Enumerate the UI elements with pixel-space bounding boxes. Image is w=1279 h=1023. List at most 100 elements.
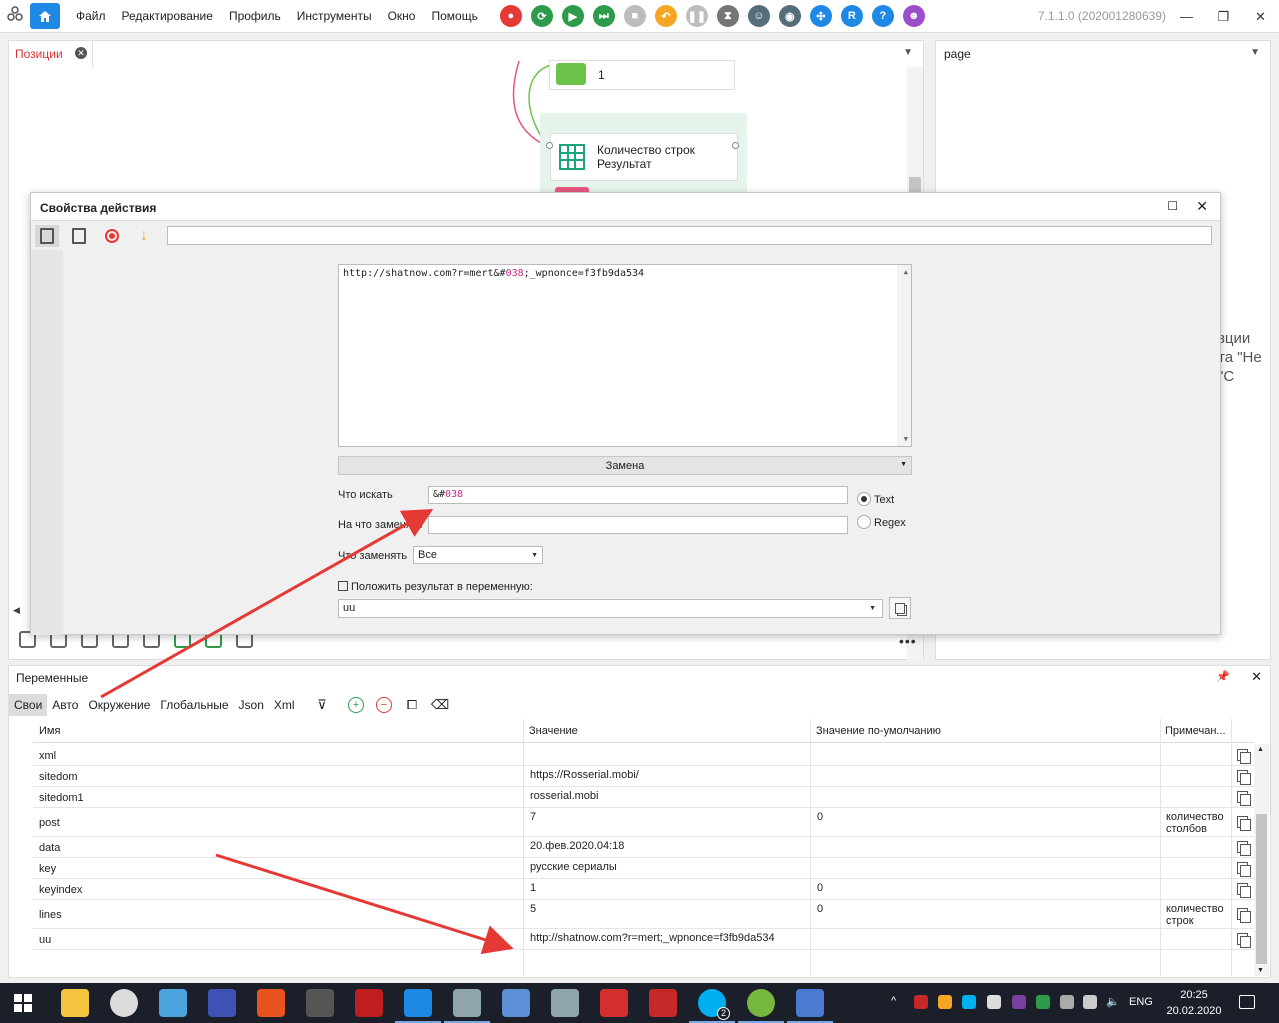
eraser-icon[interactable]: ⌫: [431, 697, 449, 713]
virtualbox-icon[interactable]: [551, 989, 579, 1017]
chevron-down-icon[interactable]: ▼: [903, 47, 913, 58]
table-row[interactable]: post 7 0 количество столбов: [33, 808, 1254, 837]
pin-icon[interactable]: 📌: [1216, 670, 1230, 683]
tab-xml[interactable]: Xml: [269, 694, 300, 716]
tray-app-icon-2[interactable]: [938, 995, 952, 1009]
table-row[interactable]: uu http://shatnow.com?r=mert;_wpnonce=f3f…: [33, 929, 1254, 950]
input-port[interactable]: [546, 142, 553, 149]
table-row[interactable]: lines 5 0 количество строк: [33, 900, 1254, 929]
table-row[interactable]: xml: [33, 745, 1254, 766]
tray-app-icon-3[interactable]: [987, 995, 1001, 1009]
close-icon[interactable]: ✕: [1196, 198, 1208, 215]
windows-start-icon[interactable]: [14, 994, 32, 1012]
skype-icon[interactable]: 2: [689, 989, 735, 1023]
home-button[interactable]: [30, 3, 60, 29]
team-icon[interactable]: ☻: [902, 5, 925, 27]
copy-icon[interactable]: [1237, 770, 1251, 785]
what-replace-select[interactable]: Все ▼: [413, 546, 543, 564]
copy-icon[interactable]: [1237, 883, 1251, 898]
logo-circle-icon[interactable]: ✣: [809, 5, 832, 27]
file-explorer-icon[interactable]: [61, 989, 89, 1017]
eye-icon[interactable]: ◉: [778, 5, 801, 27]
filter-icon[interactable]: ⊽: [314, 697, 330, 713]
copy-icon[interactable]: [1237, 862, 1251, 877]
variables-scrollbar[interactable]: ▲ ▼: [1254, 744, 1269, 976]
tray-app-icon-4[interactable]: [1012, 995, 1026, 1009]
scroll-down-icon[interactable]: ▼: [1257, 967, 1264, 974]
properties-tab-button[interactable]: [35, 225, 59, 247]
record-button[interactable]: [100, 225, 124, 247]
app-icon-3[interactable]: [306, 989, 334, 1017]
more-icon[interactable]: •••: [899, 633, 917, 649]
result-variable-select[interactable]: uu ▼: [338, 599, 883, 618]
table-row[interactable]: sitedom https://Rosserial.mobi/: [33, 766, 1254, 787]
undo-icon[interactable]: ↶: [654, 5, 677, 27]
filezilla-icon[interactable]: [355, 989, 383, 1017]
scroll-up-icon[interactable]: ▲: [1257, 746, 1264, 753]
table-row[interactable]: keyindex 1 0: [33, 879, 1254, 900]
move-down-button[interactable]: ↓: [132, 225, 156, 247]
canvas-node-1[interactable]: 1: [549, 60, 735, 90]
chrome-icon[interactable]: [110, 989, 138, 1017]
tab-environment[interactable]: Окружение: [83, 694, 155, 716]
col-default[interactable]: Значение по-умолчанию: [816, 725, 941, 737]
table-row[interactable]: data 20.фев.2020.04:18: [33, 837, 1254, 858]
zennoposter-alt-icon[interactable]: [444, 989, 490, 1023]
save-app-icon[interactable]: [208, 989, 236, 1017]
tray-app-icon-6[interactable]: [1060, 995, 1074, 1009]
restore-button[interactable]: ❐: [1205, 0, 1242, 33]
app-icon-1[interactable]: [159, 989, 187, 1017]
user-icon[interactable]: ☺: [747, 5, 770, 27]
menu-tools[interactable]: Инструменты: [289, 9, 380, 23]
step-icon[interactable]: ⏭: [592, 5, 615, 27]
tray-app-icon-1[interactable]: [914, 995, 928, 1009]
close-icon[interactable]: ✕: [1251, 669, 1262, 685]
copy-variable-button[interactable]: [889, 597, 911, 619]
scroll-up-icon[interactable]: ▲: [904, 268, 908, 276]
notification-icon[interactable]: [1239, 995, 1255, 1009]
copy-icon[interactable]: [1237, 816, 1251, 831]
tray-volume-icon[interactable]: 🔈: [1106, 995, 1120, 1009]
close-icon[interactable]: ✕: [75, 47, 87, 59]
col-name[interactable]: Имя: [39, 725, 60, 737]
pause-icon[interactable]: ❚❚: [685, 5, 708, 27]
tray-language[interactable]: ENG: [1129, 996, 1153, 1008]
source-text-area[interactable]: http://shatnow.com?r=mert&#038;_wpnonce=…: [338, 264, 912, 447]
remove-variable-icon[interactable]: −: [376, 697, 392, 713]
menu-help[interactable]: Помощь: [423, 9, 485, 23]
tab-positions[interactable]: Позиции ✕: [9, 41, 93, 67]
edit-variable-icon[interactable]: ⧠: [404, 697, 420, 713]
refresh-icon[interactable]: ⟳: [530, 5, 553, 27]
utorrent-icon[interactable]: [738, 989, 784, 1023]
zennoposter-icon[interactable]: [395, 989, 441, 1023]
record-icon[interactable]: ●: [499, 5, 522, 27]
comment-input[interactable]: [167, 226, 1212, 245]
radio-regex[interactable]: [857, 515, 871, 529]
tab-auto[interactable]: Авто: [47, 694, 83, 716]
copy-icon[interactable]: [1237, 933, 1251, 948]
r-letter-icon[interactable]: R: [840, 5, 863, 27]
close-window-button[interactable]: ✕: [1242, 0, 1279, 33]
app-icon-4[interactable]: [502, 989, 530, 1017]
tab-own[interactable]: Свои: [9, 694, 48, 716]
tray-skype-icon[interactable]: [962, 995, 976, 1009]
radio-text[interactable]: [857, 492, 871, 506]
tab-json[interactable]: Json: [234, 694, 269, 716]
maximize-icon[interactable]: ☐: [1167, 199, 1178, 213]
tray-up-icon[interactable]: ^: [891, 995, 905, 1009]
copy-icon[interactable]: [1237, 791, 1251, 806]
copy-icon[interactable]: [1237, 749, 1251, 764]
scroll-down-icon[interactable]: ▼: [904, 435, 908, 443]
output-port[interactable]: [732, 142, 739, 149]
replace-input[interactable]: [428, 516, 848, 534]
mode-select[interactable]: Замена ▼: [338, 456, 912, 475]
app-icon-5[interactable]: [600, 989, 628, 1017]
find-input[interactable]: &#038: [428, 486, 848, 504]
text-area-scrollbar[interactable]: ▲ ▼: [897, 265, 911, 446]
menu-window[interactable]: Окно: [380, 9, 424, 23]
menu-profile[interactable]: Профиль: [221, 9, 289, 23]
clock[interactable]: 20:25 20.02.2020: [1166, 987, 1222, 1019]
table-row[interactable]: key русские сериалы: [33, 858, 1254, 879]
col-note[interactable]: Примечан...: [1165, 725, 1226, 737]
menu-file[interactable]: Файл: [68, 9, 114, 23]
